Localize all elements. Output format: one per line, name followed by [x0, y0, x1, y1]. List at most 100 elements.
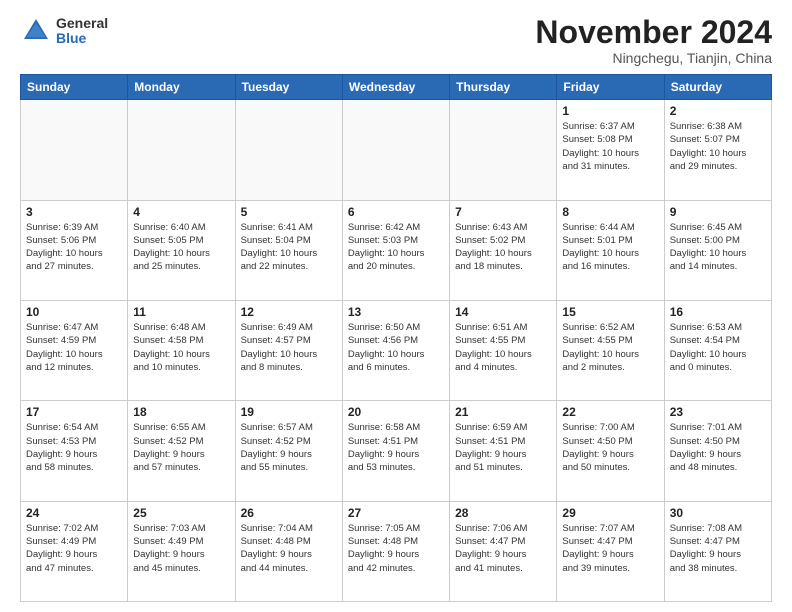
day-number-16: 16	[670, 305, 766, 319]
cell-0-5: 1 Sunrise: 6:37 AM Sunset: 5:08 PM Daylig…	[557, 100, 664, 200]
cell-1-3: 6Sunrise: 6:42 AM Sunset: 5:03 PM Daylig…	[342, 200, 449, 300]
cell-4-0: 24 Sunrise: 7:02 AM Sunset: 4:49 PM Dayli…	[21, 501, 128, 601]
day-number-20: 20	[348, 405, 444, 419]
calendar-header-row: Sunday Monday Tuesday Wednesday Thursday…	[21, 75, 772, 100]
logo-general-label: General	[56, 16, 108, 31]
day-number-24: 24	[26, 506, 122, 520]
cell-0-1	[128, 100, 235, 200]
day-number-27: 27	[348, 506, 444, 520]
day-number-13: 13	[348, 305, 444, 319]
day-info-11: Sunrise: 6:48 AM Sunset: 4:58 PM Dayligh…	[133, 321, 229, 374]
col-saturday: Saturday	[664, 75, 771, 100]
cell-1-6: 9 Sunrise: 6:45 AM Sunset: 5:00 PM Daylig…	[664, 200, 771, 300]
week-row-3: 17Sunrise: 6:54 AM Sunset: 4:53 PM Dayli…	[21, 401, 772, 501]
day-info-28: Sunrise: 7:06 AM Sunset: 4:47 PM Dayligh…	[455, 522, 551, 575]
day-info-26: Sunrise: 7:04 AM Sunset: 4:48 PM Dayligh…	[241, 522, 337, 575]
day-number-5: 5	[241, 205, 337, 219]
location: Ningchegu, Tianjin, China	[535, 50, 772, 66]
cell-0-2	[235, 100, 342, 200]
cell-2-4: 14 Sunrise: 6:51 AM Sunset: 4:55 PM Dayli…	[450, 300, 557, 400]
day-number-19: 19	[241, 405, 337, 419]
week-row-2: 10 Sunrise: 6:47 AM Sunset: 4:59 PM Dayli…	[21, 300, 772, 400]
day-info-9: Sunrise: 6:45 AM Sunset: 5:00 PM Dayligh…	[670, 221, 766, 274]
cell-4-1: 25 Sunrise: 7:03 AM Sunset: 4:49 PM Dayli…	[128, 501, 235, 601]
header: General Blue November 2024 Ningchegu, Ti…	[20, 15, 772, 66]
day-number-14: 14	[455, 305, 551, 319]
day-info-12: Sunrise: 6:49 AM Sunset: 4:57 PM Dayligh…	[241, 321, 337, 374]
cell-2-1: 11 Sunrise: 6:48 AM Sunset: 4:58 PM Dayli…	[128, 300, 235, 400]
day-number-3: 3	[26, 205, 122, 219]
day-number-25: 25	[133, 506, 229, 520]
cell-0-4	[450, 100, 557, 200]
logo-icon	[20, 15, 52, 47]
day-info-27: Sunrise: 7:05 AM Sunset: 4:48 PM Dayligh…	[348, 522, 444, 575]
cell-2-5: 15Sunrise: 6:52 AM Sunset: 4:55 PM Dayli…	[557, 300, 664, 400]
day-info-1: Sunrise: 6:37 AM Sunset: 5:08 PM Dayligh…	[562, 120, 658, 173]
day-number-10: 10	[26, 305, 122, 319]
day-number-17: 17	[26, 405, 122, 419]
col-wednesday: Wednesday	[342, 75, 449, 100]
day-info-16: Sunrise: 6:53 AM Sunset: 4:54 PM Dayligh…	[670, 321, 766, 374]
day-info-20: Sunrise: 6:58 AM Sunset: 4:51 PM Dayligh…	[348, 421, 444, 474]
day-info-6: Sunrise: 6:42 AM Sunset: 5:03 PM Dayligh…	[348, 221, 444, 274]
day-number-28: 28	[455, 506, 551, 520]
cell-1-0: 3 Sunrise: 6:39 AM Sunset: 5:06 PM Daylig…	[21, 200, 128, 300]
calendar-table: Sunday Monday Tuesday Wednesday Thursday…	[20, 74, 772, 602]
day-info-5: Sunrise: 6:41 AM Sunset: 5:04 PM Dayligh…	[241, 221, 337, 274]
cell-0-0	[21, 100, 128, 200]
cell-0-3	[342, 100, 449, 200]
day-info-8: Sunrise: 6:44 AM Sunset: 5:01 PM Dayligh…	[562, 221, 658, 274]
day-number-23: 23	[670, 405, 766, 419]
day-info-10: Sunrise: 6:47 AM Sunset: 4:59 PM Dayligh…	[26, 321, 122, 374]
week-row-4: 24 Sunrise: 7:02 AM Sunset: 4:49 PM Dayli…	[21, 501, 772, 601]
logo-text: General Blue	[56, 16, 108, 47]
day-info-2: Sunrise: 6:38 AM Sunset: 5:07 PM Dayligh…	[670, 120, 766, 173]
day-info-29: Sunrise: 7:07 AM Sunset: 4:47 PM Dayligh…	[562, 522, 658, 575]
cell-1-1: 4Sunrise: 6:40 AM Sunset: 5:05 PM Daylig…	[128, 200, 235, 300]
day-info-24: Sunrise: 7:02 AM Sunset: 4:49 PM Dayligh…	[26, 522, 122, 575]
week-row-1: 3 Sunrise: 6:39 AM Sunset: 5:06 PM Daylig…	[21, 200, 772, 300]
day-info-21: Sunrise: 6:59 AM Sunset: 4:51 PM Dayligh…	[455, 421, 551, 474]
cell-2-6: 16 Sunrise: 6:53 AM Sunset: 4:54 PM Dayli…	[664, 300, 771, 400]
col-friday: Friday	[557, 75, 664, 100]
day-info-25: Sunrise: 7:03 AM Sunset: 4:49 PM Dayligh…	[133, 522, 229, 575]
day-number-7: 7	[455, 205, 551, 219]
title-area: November 2024 Ningchegu, Tianjin, China	[535, 15, 772, 66]
day-info-14: Sunrise: 6:51 AM Sunset: 4:55 PM Dayligh…	[455, 321, 551, 374]
day-info-7: Sunrise: 6:43 AM Sunset: 5:02 PM Dayligh…	[455, 221, 551, 274]
day-number-11: 11	[133, 305, 229, 319]
cell-3-6: 23Sunrise: 7:01 AM Sunset: 4:50 PM Dayli…	[664, 401, 771, 501]
cell-3-3: 20 Sunrise: 6:58 AM Sunset: 4:51 PM Dayli…	[342, 401, 449, 501]
day-number-26: 26	[241, 506, 337, 520]
day-number-21: 21	[455, 405, 551, 419]
day-number-9: 9	[670, 205, 766, 219]
cell-3-1: 18Sunrise: 6:55 AM Sunset: 4:52 PM Dayli…	[128, 401, 235, 501]
cell-2-3: 13 Sunrise: 6:50 AM Sunset: 4:56 PM Dayli…	[342, 300, 449, 400]
cell-2-2: 12Sunrise: 6:49 AM Sunset: 4:57 PM Dayli…	[235, 300, 342, 400]
cell-3-5: 22 Sunrise: 7:00 AM Sunset: 4:50 PM Dayli…	[557, 401, 664, 501]
logo-blue-label: Blue	[56, 31, 108, 46]
cell-4-4: 28 Sunrise: 7:06 AM Sunset: 4:47 PM Dayli…	[450, 501, 557, 601]
day-info-3: Sunrise: 6:39 AM Sunset: 5:06 PM Dayligh…	[26, 221, 122, 274]
cell-4-3: 27 Sunrise: 7:05 AM Sunset: 4:48 PM Dayli…	[342, 501, 449, 601]
day-number-15: 15	[562, 305, 658, 319]
day-number-8: 8	[562, 205, 658, 219]
day-info-30: Sunrise: 7:08 AM Sunset: 4:47 PM Dayligh…	[670, 522, 766, 575]
col-thursday: Thursday	[450, 75, 557, 100]
cell-4-5: 29Sunrise: 7:07 AM Sunset: 4:47 PM Dayli…	[557, 501, 664, 601]
day-info-22: Sunrise: 7:00 AM Sunset: 4:50 PM Dayligh…	[562, 421, 658, 474]
cell-1-2: 5 Sunrise: 6:41 AM Sunset: 5:04 PM Daylig…	[235, 200, 342, 300]
col-tuesday: Tuesday	[235, 75, 342, 100]
day-number-22: 22	[562, 405, 658, 419]
col-monday: Monday	[128, 75, 235, 100]
day-number-18: 18	[133, 405, 229, 419]
logo: General Blue	[20, 15, 108, 47]
cell-1-4: 7 Sunrise: 6:43 AM Sunset: 5:02 PM Daylig…	[450, 200, 557, 300]
day-number-1: 1	[562, 104, 658, 118]
page: General Blue November 2024 Ningchegu, Ti…	[0, 0, 792, 612]
cell-4-6: 30Sunrise: 7:08 AM Sunset: 4:47 PM Dayli…	[664, 501, 771, 601]
day-info-13: Sunrise: 6:50 AM Sunset: 4:56 PM Dayligh…	[348, 321, 444, 374]
day-info-19: Sunrise: 6:57 AM Sunset: 4:52 PM Dayligh…	[241, 421, 337, 474]
month-title: November 2024	[535, 15, 772, 50]
cell-3-4: 21 Sunrise: 6:59 AM Sunset: 4:51 PM Dayli…	[450, 401, 557, 501]
